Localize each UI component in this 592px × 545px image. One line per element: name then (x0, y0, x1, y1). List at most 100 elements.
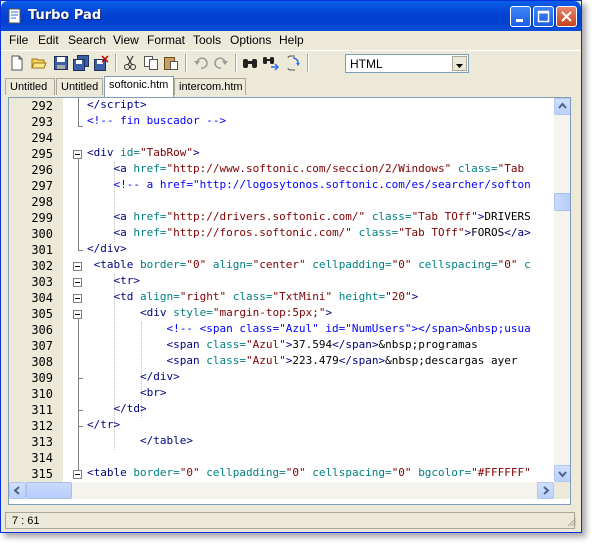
copy-icon[interactable] (143, 55, 159, 71)
chevron-left-icon (13, 486, 20, 495)
resize-grip-icon[interactable] (567, 517, 577, 527)
line-number: 301 (31, 243, 53, 257)
fold-line (78, 159, 79, 251)
document-tabs: Untitled Untitled softonic.htm intercom.… (1, 76, 581, 97)
code-area[interactable]: </script> <!-- fin buscador --> <div id=… (87, 98, 555, 482)
cut-icon[interactable] (122, 55, 138, 71)
fold-end (78, 250, 83, 251)
line-number: 308 (31, 355, 53, 369)
code-line-309: </div> (139, 370, 180, 383)
code-line-300: <a href="http://foros.softonic.com/" cla… (113, 226, 531, 239)
menu-view[interactable]: View (113, 33, 139, 47)
open-folder-icon[interactable] (31, 55, 47, 71)
line-number: 305 (31, 307, 53, 321)
menu-edit[interactable]: Edit (38, 33, 59, 47)
code-line-296: <a href="http://www.softonic.com/seccion… (113, 162, 525, 175)
redo-icon[interactable] (213, 55, 229, 71)
fold-end (78, 378, 83, 379)
chevron-down-icon (456, 64, 463, 68)
chevron-right-icon (543, 486, 550, 495)
line-number: 315 (31, 467, 53, 481)
save-icon[interactable] (53, 55, 69, 71)
undo-icon[interactable] (193, 55, 209, 71)
syntax-select-button[interactable] (452, 56, 467, 71)
code-line-308: <span class="Azul">223.479</span>&nbsp;d… (166, 354, 518, 367)
line-number: 292 (31, 99, 53, 113)
maximize-button[interactable] (533, 6, 554, 27)
maximize-icon (537, 10, 550, 23)
scroll-left-button[interactable] (9, 482, 26, 499)
fold-line (78, 319, 79, 475)
code-line-310: <br> (139, 386, 167, 399)
toolbar: HTML (1, 50, 581, 77)
window-title: Turbo Pad (28, 8, 102, 23)
replace-icon[interactable] (285, 55, 301, 71)
syntax-select-value: HTML (350, 57, 383, 71)
menu-help[interactable]: Help (279, 33, 304, 47)
title-bar[interactable]: Turbo Pad (1, 1, 581, 31)
line-number: 312 (31, 419, 53, 433)
line-number: 310 (31, 387, 53, 401)
code-editor[interactable]: 292 293 294 295 296 297 298 299 300 301 … (8, 97, 571, 505)
code-line-312: </tr> (87, 418, 121, 431)
code-line-302: <table border="0" align="center" cellpad… (93, 258, 531, 271)
main-window: Turbo Pad File Edit Search View Format T… (0, 0, 582, 533)
fold-end (78, 426, 83, 427)
tab-untitled-1[interactable]: Untitled (5, 78, 55, 95)
scroll-right-button[interactable] (537, 482, 554, 499)
scroll-up-button[interactable] (554, 98, 570, 115)
code-line-299: <a href="http://drivers.softonic.com/" c… (113, 210, 531, 223)
line-number: 298 (31, 195, 53, 209)
close-icon (561, 11, 572, 22)
find-next-icon[interactable] (263, 55, 279, 71)
find-icon[interactable] (242, 55, 258, 71)
fold-toggle[interactable] (73, 278, 82, 287)
vertical-scroll-thumb[interactable] (554, 193, 570, 211)
code-line-311: </td> (113, 402, 147, 415)
toolbar-separator (115, 54, 117, 72)
syntax-select[interactable]: HTML (345, 54, 469, 73)
minimize-button[interactable] (510, 6, 531, 27)
tab-softonic[interactable]: softonic.htm (104, 76, 174, 97)
code-line-297: <!-- a href="http://logosytonos.softonic… (113, 178, 531, 191)
menu-file[interactable]: File (9, 33, 28, 47)
menu-search[interactable]: Search (68, 33, 106, 47)
menu-tools[interactable]: Tools (193, 33, 221, 47)
fold-toggle[interactable] (73, 470, 82, 479)
scrollbar-corner (554, 482, 570, 499)
horizontal-scrollbar[interactable] (9, 482, 554, 499)
code-line-304: <td align="right" class="TxtMini" height… (113, 290, 419, 303)
line-number: 314 (31, 451, 53, 465)
fold-line (78, 98, 79, 127)
vertical-scrollbar[interactable] (554, 98, 570, 482)
fold-toggle[interactable] (73, 262, 82, 271)
code-line-295: <div id="TabRow"> (87, 146, 200, 159)
horizontal-scroll-thumb[interactable] (26, 482, 72, 499)
code-line-307: <span class="Azul">37.594</span>&nbsp;pr… (166, 338, 478, 351)
paste-icon[interactable] (163, 55, 179, 71)
app-icon (8, 8, 21, 24)
fold-toggle[interactable] (73, 294, 82, 303)
fold-end (78, 410, 83, 411)
chevron-down-icon (558, 471, 567, 478)
menu-options[interactable]: Options (230, 33, 271, 47)
toolbar-separator (307, 54, 309, 72)
toolbar-separator (185, 54, 187, 72)
line-number: 293 (31, 115, 53, 129)
line-number: 294 (31, 131, 53, 145)
menu-format[interactable]: Format (147, 33, 185, 47)
line-number: 303 (31, 275, 53, 289)
save-all-icon[interactable] (73, 55, 89, 71)
tab-untitled-2[interactable]: Untitled (56, 78, 103, 95)
line-number: 299 (31, 211, 53, 225)
minimize-icon (516, 19, 523, 22)
fold-toggle[interactable] (73, 310, 82, 319)
close-button[interactable] (556, 6, 577, 27)
scroll-down-button[interactable] (554, 465, 570, 482)
line-number: 297 (31, 179, 53, 193)
tab-intercom[interactable]: intercom.htm (174, 78, 246, 95)
close-file-icon[interactable] (93, 55, 109, 71)
new-file-icon[interactable] (9, 55, 25, 71)
fold-toggle[interactable] (73, 150, 82, 159)
line-number: 306 (31, 323, 53, 337)
